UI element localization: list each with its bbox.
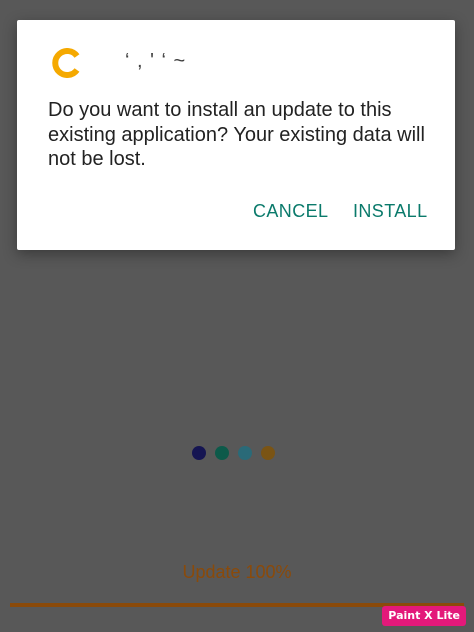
app-name: ‘ , ' ‘ ~ xyxy=(125,50,187,72)
install-button[interactable]: INSTALL xyxy=(353,201,428,222)
app-logo-icon xyxy=(52,48,80,78)
cancel-button[interactable]: CANCEL xyxy=(253,201,328,222)
loading-dot xyxy=(192,446,206,460)
install-update-dialog: ‘ , ' ‘ ~ Do you want to install an upda… xyxy=(17,20,455,250)
watermark-badge: Paint X Lite xyxy=(382,606,466,626)
loading-dot xyxy=(261,446,275,460)
loading-dots xyxy=(192,446,282,460)
dialog-message: Do you want to install an update to this… xyxy=(48,99,425,170)
app-header: ‘ , ' ‘ ~ xyxy=(51,46,301,82)
loading-dot xyxy=(238,446,252,460)
loading-dot xyxy=(215,446,229,460)
update-status-text: Update 100% xyxy=(182,562,292,582)
